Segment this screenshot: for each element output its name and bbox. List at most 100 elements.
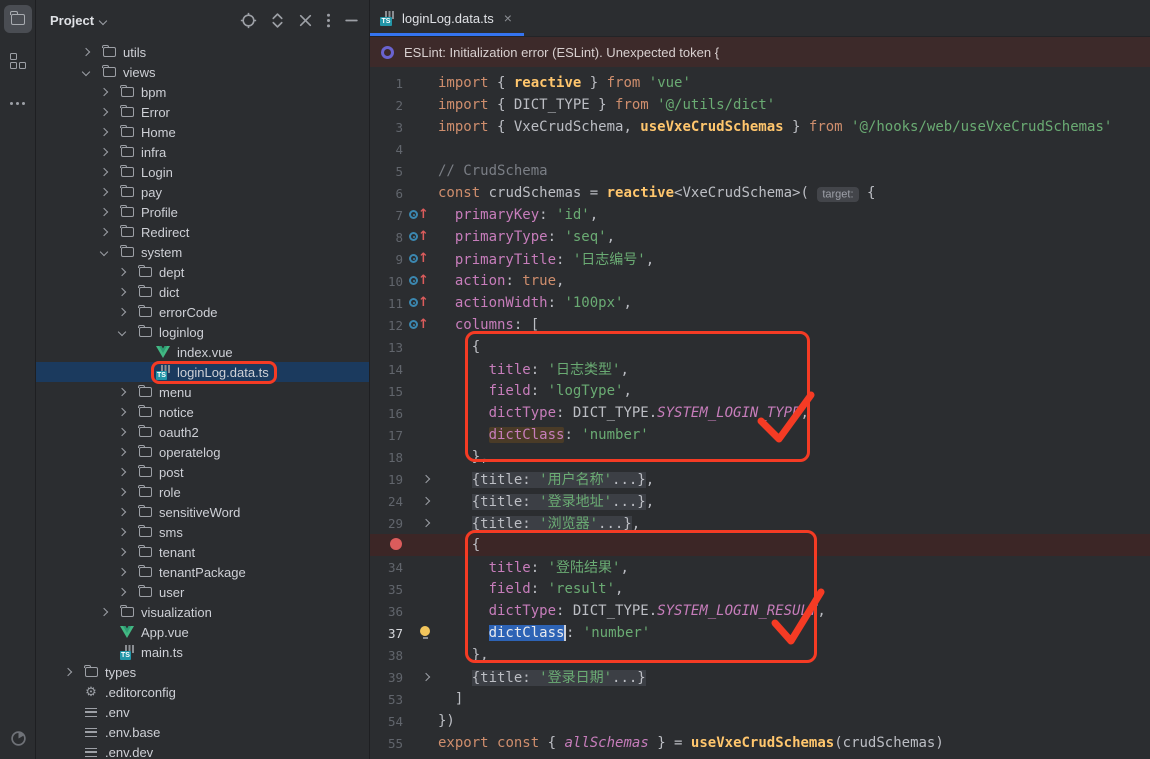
line-number[interactable]: 19	[370, 472, 403, 487]
code-editor[interactable]: 1import { reactive } from 'vue'2import {…	[370, 67, 1150, 759]
code-line-7[interactable]: 7↑ primaryKey: 'id',	[370, 204, 1150, 226]
override-marker-icon[interactable]: ↑	[403, 292, 438, 314]
tree-chevron-icon[interactable]	[118, 268, 126, 276]
panel-title[interactable]: Project	[50, 13, 94, 28]
line-number[interactable]: 54	[370, 714, 403, 729]
tree-chevron-icon[interactable]	[100, 148, 108, 156]
tree-chevron-icon[interactable]	[100, 108, 108, 116]
code-line-39[interactable]: 39 {title: '登录日期'...}	[370, 666, 1150, 688]
tree-row-oauth2[interactable]: oauth2	[36, 422, 369, 442]
code-line-55[interactable]: 55export const { allSchemas } = useVxeCr…	[370, 732, 1150, 754]
fold-expand-icon[interactable]	[403, 468, 438, 490]
tree-chevron-icon[interactable]	[118, 568, 126, 576]
tree-chevron-icon[interactable]	[118, 288, 126, 296]
tree-row-post[interactable]: post	[36, 462, 369, 482]
tree-row-role[interactable]: role	[36, 482, 369, 502]
structure-tool-button[interactable]	[4, 47, 32, 75]
line-number[interactable]: 11	[370, 296, 403, 311]
tree-chevron-icon[interactable]	[82, 48, 90, 56]
tree-row-tenantPackage[interactable]: tenantPackage	[36, 562, 369, 582]
code-line-37[interactable]: 37 dictClass: 'number'	[370, 622, 1150, 644]
tree-row-main-ts[interactable]: TSmain.ts	[36, 642, 369, 662]
line-number[interactable]: 29	[370, 516, 403, 531]
more-options-icon[interactable]	[326, 12, 331, 29]
code-line-breakpoint[interactable]: {	[370, 534, 1150, 556]
tree-chevron-icon[interactable]	[100, 188, 108, 196]
code-line-12[interactable]: 12↑ columns: [	[370, 314, 1150, 336]
code-line-8[interactable]: 8↑ primaryType: 'seq',	[370, 226, 1150, 248]
tree-row-loginlog[interactable]: loginlog	[36, 322, 369, 342]
tab-close-icon[interactable]: ×	[504, 11, 512, 25]
tree-row-Error[interactable]: Error	[36, 102, 369, 122]
code-line-15[interactable]: 15 field: 'logType',	[370, 380, 1150, 402]
code-line-18[interactable]: 18 },	[370, 446, 1150, 468]
tree-chevron-icon[interactable]	[118, 528, 126, 536]
collapse-all-icon[interactable]	[298, 13, 313, 28]
line-number[interactable]: 12	[370, 318, 403, 333]
line-number[interactable]: 7	[370, 208, 403, 223]
chevron-down-icon[interactable]	[99, 16, 107, 24]
line-number[interactable]: 9	[370, 252, 403, 267]
tree-row--env-base[interactable]: .env.base	[36, 722, 369, 742]
override-marker-icon[interactable]: ↑	[403, 226, 438, 248]
tree-row-visualization[interactable]: visualization	[36, 602, 369, 622]
line-number[interactable]: 24	[370, 494, 403, 509]
code-line-14[interactable]: 14 title: '日志类型',	[370, 358, 1150, 380]
fold-expand-icon[interactable]	[403, 666, 438, 688]
code-line-3[interactable]: 3import { VxeCrudSchema, useVxeCrudSchem…	[370, 116, 1150, 138]
code-line-5[interactable]: 5// CrudSchema	[370, 160, 1150, 182]
tree-row--env-dev[interactable]: .env.dev	[36, 742, 369, 759]
line-number[interactable]: 37	[370, 626, 403, 641]
tree-chevron-icon[interactable]	[82, 68, 90, 76]
tree-chevron-icon[interactable]	[100, 228, 108, 236]
locate-file-icon[interactable]	[240, 12, 257, 29]
code-line-35[interactable]: 35 field: 'result',	[370, 578, 1150, 600]
project-tool-button[interactable]	[4, 5, 32, 33]
line-number[interactable]: 15	[370, 384, 403, 399]
line-number[interactable]: 10	[370, 274, 403, 289]
line-number[interactable]: 39	[370, 670, 403, 685]
tree-chevron-icon[interactable]	[118, 548, 126, 556]
tree-row-loginLog-data-ts[interactable]: TSloginLog.data.ts	[36, 362, 369, 382]
tree-row-App-vue[interactable]: App.vue	[36, 622, 369, 642]
line-number[interactable]: 6	[370, 186, 403, 201]
line-number[interactable]: 4	[370, 142, 403, 157]
tree-chevron-icon[interactable]	[118, 488, 126, 496]
hide-panel-icon[interactable]	[344, 13, 359, 28]
code-line-4[interactable]: 4	[370, 138, 1150, 160]
line-number[interactable]: 8	[370, 230, 403, 245]
tree-chevron-icon[interactable]	[100, 88, 108, 96]
tree-row-index-vue[interactable]: index.vue	[36, 342, 369, 362]
code-line-19[interactable]: 19 {title: '用户名称'...},	[370, 468, 1150, 490]
tree-chevron-icon[interactable]	[100, 208, 108, 216]
tree-row-menu[interactable]: menu	[36, 382, 369, 402]
line-number[interactable]: 3	[370, 120, 403, 135]
override-marker-icon[interactable]: ↑	[403, 204, 438, 226]
code-line-11[interactable]: 11↑ actionWidth: '100px',	[370, 292, 1150, 314]
breakpoint-icon[interactable]	[370, 538, 403, 553]
override-marker-icon[interactable]: ↑	[403, 270, 438, 292]
tree-row-sensitiveWord[interactable]: sensitiveWord	[36, 502, 369, 522]
bottom-tools[interactable]	[0, 730, 36, 747]
tree-row-utils[interactable]: utils	[36, 42, 369, 62]
tree-chevron-icon[interactable]	[118, 388, 126, 396]
code-line-10[interactable]: 10↑ action: true,	[370, 270, 1150, 292]
tree-row--editorconfig[interactable]: ⚙.editorconfig	[36, 682, 369, 702]
override-marker-icon[interactable]: ↑	[403, 248, 438, 270]
tree-chevron-icon[interactable]	[118, 328, 126, 336]
line-number[interactable]: 35	[370, 582, 403, 597]
tree-row-errorCode[interactable]: errorCode	[36, 302, 369, 322]
tree-row-dept[interactable]: dept	[36, 262, 369, 282]
code-line-6[interactable]: 6const crudSchemas = reactive<VxeCrudSch…	[370, 182, 1150, 204]
code-line-38[interactable]: 38 },	[370, 644, 1150, 666]
tree-chevron-icon[interactable]	[118, 428, 126, 436]
tree-chevron-icon[interactable]	[118, 408, 126, 416]
tree-chevron-icon[interactable]	[118, 448, 126, 456]
intention-bulb-icon[interactable]	[403, 622, 438, 644]
tree-row-pay[interactable]: pay	[36, 182, 369, 202]
line-number[interactable]: 34	[370, 560, 403, 575]
override-marker-icon[interactable]: ↑	[403, 314, 438, 336]
line-number[interactable]: 5	[370, 164, 403, 179]
tree-row-bpm[interactable]: bpm	[36, 82, 369, 102]
tree-chevron-icon[interactable]	[100, 128, 108, 136]
